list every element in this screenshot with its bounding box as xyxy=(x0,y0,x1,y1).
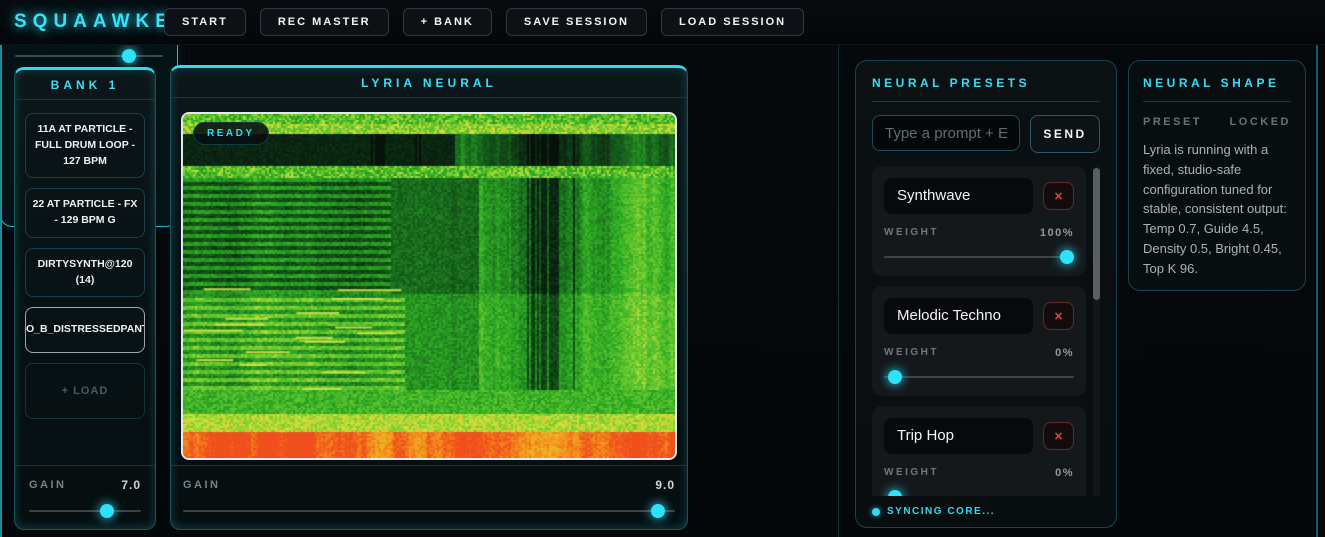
slider-track xyxy=(15,55,163,57)
bank-gain-slider[interactable] xyxy=(29,504,141,518)
locked-badge: LOCKED xyxy=(1229,116,1291,128)
lyria-gain-label: GAIN xyxy=(183,479,221,491)
sync-status-text: SYNCING CORE... xyxy=(887,506,996,517)
slider-thumb[interactable] xyxy=(887,370,902,384)
shape-title: NEURAL SHAPE xyxy=(1143,76,1280,90)
weight-slider[interactable] xyxy=(884,370,1074,384)
bank-gain-value: 7.0 xyxy=(121,478,141,492)
topbar-buttons: START REC MASTER + BANK SAVE SESSION LOA… xyxy=(164,8,805,36)
slider-thumb[interactable] xyxy=(1060,250,1074,264)
slider-thumb[interactable] xyxy=(887,490,902,496)
load-sample-button[interactable]: + LOAD xyxy=(25,363,145,419)
save-session-button[interactable]: SAVE SESSION xyxy=(505,8,647,36)
remove-preset-button[interactable]: ✕ xyxy=(1043,422,1074,450)
ready-status-badge: READY xyxy=(193,122,269,145)
weight-value: 0% xyxy=(1055,347,1074,359)
bank-gain-label: GAIN xyxy=(29,479,67,491)
preset-name-field[interactable]: Synthwave xyxy=(884,178,1033,214)
app-logo: SQUAAWKE xyxy=(14,11,174,32)
lyria-panel-header: LYRIA NEURAL xyxy=(171,68,687,98)
section-divider xyxy=(838,45,839,537)
bank-item-list: 11A AT PARTICLE - FULL DRUM LOOP - 127 B… xyxy=(15,100,155,353)
weight-label: WEIGHT xyxy=(884,347,939,358)
top-bar: SQUAAWKE START REC MASTER + BANK SAVE SE… xyxy=(0,0,1325,45)
bank-gain-section: GAIN 7.0 xyxy=(15,465,155,529)
spectrogram-canvas xyxy=(183,114,675,458)
load-session-button[interactable]: LOAD SESSION xyxy=(660,8,805,36)
start-button[interactable]: START xyxy=(164,8,246,36)
slider-track xyxy=(29,510,141,512)
send-button[interactable]: SEND xyxy=(1030,115,1100,153)
weight-value: 100% xyxy=(1039,227,1074,239)
slider-track xyxy=(884,256,1074,258)
preset-card: Synthwave ✕ WEIGHT 100% xyxy=(872,166,1086,276)
remove-preset-button[interactable]: ✕ xyxy=(1043,302,1074,330)
close-icon: ✕ xyxy=(1053,190,1064,203)
bank-sample-item-active[interactable]: O_B_DISTRESSEDPANTO xyxy=(25,307,145,353)
add-bank-button[interactable]: + BANK xyxy=(402,8,492,36)
right-edge-accent xyxy=(1316,45,1318,537)
remove-preset-button[interactable]: ✕ xyxy=(1043,182,1074,210)
preset-card: Melodic Techno ✕ WEIGHT 0% xyxy=(872,286,1086,396)
presets-title: NEURAL PRESETS xyxy=(872,76,1031,90)
bank-sample-item[interactable]: 11A AT PARTICLE - FULL DRUM LOOP - 127 B… xyxy=(25,113,145,179)
sync-status: SYNCING CORE... xyxy=(872,506,995,517)
lyria-panel: LYRIA NEURAL READY GAIN 9.0 xyxy=(170,65,688,530)
spectrogram-display: READY xyxy=(181,112,677,460)
slider-track xyxy=(884,376,1074,378)
prompt-row: SEND xyxy=(872,115,1100,153)
bank-title: BANK 1 xyxy=(50,77,120,92)
slider-thumb[interactable] xyxy=(122,49,137,63)
preset-list[interactable]: Synthwave ✕ WEIGHT 100% Melodic Techno ✕… xyxy=(872,166,1100,496)
weight-slider[interactable] xyxy=(884,490,1074,496)
lyria-gain-slider[interactable] xyxy=(183,504,675,518)
lyria-gain-value: 9.0 xyxy=(655,478,675,492)
neural-shape-panel: NEURAL SHAPE PRESET LOCKED Lyria is runn… xyxy=(1128,60,1306,291)
master-output-slider[interactable] xyxy=(15,49,163,63)
slider-thumb[interactable] xyxy=(99,504,114,518)
status-dot-icon xyxy=(872,507,880,516)
weight-slider[interactable] xyxy=(884,250,1074,264)
preset-label: PRESET xyxy=(1143,116,1203,128)
neural-presets-panel: NEURAL PRESETS SEND Synthwave ✕ WEIGHT 1… xyxy=(855,60,1117,528)
slider-thumb[interactable] xyxy=(651,504,666,518)
lyria-title: LYRIA NEURAL xyxy=(361,75,497,90)
preset-lock-row: PRESET LOCKED xyxy=(1143,116,1291,128)
bank-sample-item[interactable]: 22 AT PARTICLE - FX - 129 BPM G xyxy=(25,188,145,238)
prompt-input[interactable] xyxy=(872,115,1020,151)
close-icon: ✕ xyxy=(1053,310,1064,323)
left-edge-accent xyxy=(0,45,2,537)
rec-master-button[interactable]: REC MASTER xyxy=(259,8,389,36)
weight-label: WEIGHT xyxy=(884,467,939,478)
bank-panel: BANK 1 11A AT PARTICLE - FULL DRUM LOOP … xyxy=(14,67,156,530)
preset-name-field[interactable]: Melodic Techno xyxy=(884,298,1033,334)
preset-card: Trip Hop ✕ WEIGHT 0% xyxy=(872,406,1086,496)
slider-track xyxy=(183,510,675,512)
shape-description: Lyria is running with a fixed, studio-sa… xyxy=(1143,142,1287,276)
close-icon: ✕ xyxy=(1053,430,1064,443)
weight-label: WEIGHT xyxy=(884,227,939,238)
preset-list-scrollbar[interactable] xyxy=(1093,166,1100,496)
scrollbar-thumb[interactable] xyxy=(1093,168,1100,300)
bank-sample-item[interactable]: DIRTYSYNTH@120 (14) xyxy=(25,247,145,298)
lyria-gain-section: GAIN 9.0 xyxy=(171,465,687,529)
weight-value: 0% xyxy=(1055,467,1074,479)
divider xyxy=(1143,101,1291,102)
bank-panel-header: BANK 1 xyxy=(15,70,155,100)
preset-name-field[interactable]: Trip Hop xyxy=(884,418,1033,454)
divider xyxy=(872,101,1100,102)
